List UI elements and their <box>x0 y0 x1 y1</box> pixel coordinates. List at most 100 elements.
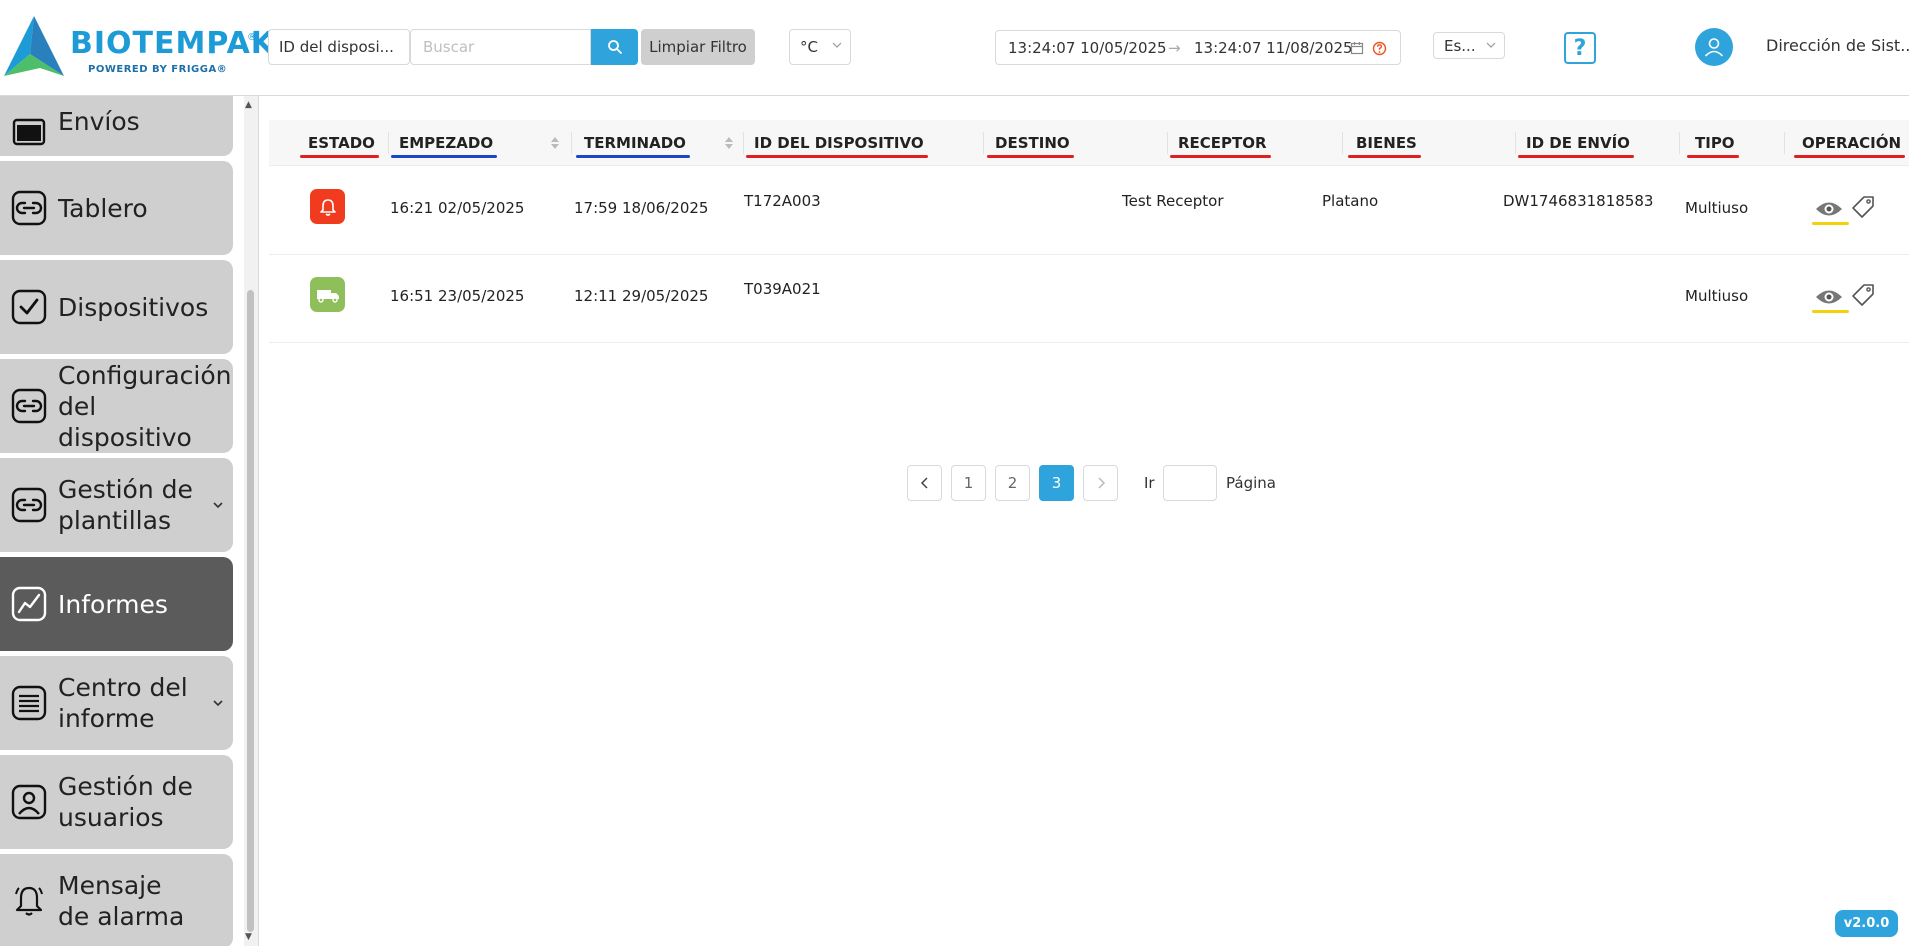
pagination-page-label: Página <box>1226 474 1276 492</box>
cell-shipment-id: DW1746831818583 <box>1503 192 1654 210</box>
cell-started: 16:21 02/05/2025 <box>390 199 525 217</box>
user-name[interactable]: Dirección de Sist... <box>1766 36 1909 55</box>
search-icon <box>607 40 622 54</box>
link-icon <box>11 388 47 424</box>
sidebar-item-dispositivos[interactable]: Dispositivos <box>0 260 233 354</box>
column-id-dispositivo: ID DEL DISPOSITIVO <box>746 120 928 166</box>
brand-registered: ® <box>247 32 257 43</box>
status-transit-badge <box>310 277 345 312</box>
cell-device-id: T039A021 <box>744 280 821 298</box>
filter-field-value: ID del disposi... <box>279 38 394 56</box>
pagination-next-button[interactable] <box>1083 465 1118 501</box>
sidebar-item-alarma[interactable]: Mensaje de alarma <box>0 854 233 946</box>
chevron-down-icon[interactable] <box>212 499 224 511</box>
sidebar: Envíos Tablero Dispositivos Configuració… <box>0 96 258 946</box>
date-range-picker[interactable]: 13:24:07 10/05/2025 → 13:24:07 11/08/202… <box>995 30 1401 65</box>
language-value: Es... <box>1444 36 1476 55</box>
scroll-down-icon[interactable]: ▼ <box>245 932 252 942</box>
sidebar-item-label: Gestión de usuarios <box>58 772 193 832</box>
pagination-page-1[interactable]: 1 <box>951 465 986 501</box>
version-badge: v2.0.0 <box>1835 910 1898 937</box>
column-operacion: OPERACIÓN <box>1794 120 1906 166</box>
cell-goods: Platano <box>1322 192 1379 210</box>
sidebar-item-centro-informe[interactable]: Centro del informe <box>0 656 233 750</box>
column-bienes: BIENES <box>1348 120 1421 166</box>
sidebar-item-label: Gestión de plantillas <box>58 475 193 535</box>
tag-icon[interactable] <box>1850 282 1876 308</box>
unit-value: °C <box>800 38 818 56</box>
column-terminado[interactable]: TERMINADO <box>576 120 690 166</box>
sidebar-item-envios[interactable]: Envíos <box>0 96 233 156</box>
sidebar-item-label: Dispositivos <box>58 292 209 322</box>
biotempak-logo: BIOTEMPAK ® POWERED BY FRIGGA® <box>0 14 274 78</box>
search-input[interactable]: Buscar <box>410 29 591 65</box>
cell-device-id: T172A003 <box>744 192 821 210</box>
tag-icon[interactable] <box>1850 194 1876 220</box>
cell-receiver: Test Receptor <box>1122 192 1224 210</box>
column-destino: DESTINO <box>987 120 1074 166</box>
calendar-icon[interactable] <box>1350 41 1364 55</box>
chevron-down-icon[interactable] <box>212 697 224 709</box>
cell-started: 16:51 23/05/2025 <box>390 287 525 305</box>
filter-field-select[interactable]: ID del disposi... <box>268 29 410 65</box>
cell-ended: 17:59 18/06/2025 <box>574 199 709 217</box>
column-id-envio: ID DE ENVÍO <box>1518 120 1634 166</box>
table-header: ESTADO EMPEZADO TERMINADO ID DEL DISPOSI… <box>269 120 1909 166</box>
sidebar-item-label: Centro del informe <box>58 673 188 733</box>
user-icon <box>11 784 47 820</box>
search-button[interactable] <box>591 29 638 65</box>
question-circle-icon[interactable] <box>1372 41 1387 56</box>
sidebar-item-usuarios[interactable]: Gestión de usuarios <box>0 755 233 849</box>
sidebar-item-informes[interactable]: Informes <box>0 557 233 651</box>
pagination-page-2[interactable]: 2 <box>995 465 1030 501</box>
date-end[interactable]: 13:24:07 11/08/2025 <box>1194 39 1353 57</box>
date-start[interactable]: 13:24:07 10/05/2025 <box>1008 39 1167 57</box>
sidebar-scrollbar-thumb[interactable] <box>247 290 254 932</box>
date-separator: → <box>1168 39 1181 57</box>
user-avatar[interactable] <box>1695 28 1733 66</box>
search-placeholder: Buscar <box>423 38 475 56</box>
logo-mark-icon <box>4 16 64 76</box>
status-alarm-badge <box>310 189 345 224</box>
link-icon <box>11 190 47 226</box>
eye-icon[interactable] <box>1814 199 1844 219</box>
pagination-go-label: Ir <box>1144 474 1155 492</box>
chevron-left-icon <box>920 477 928 489</box>
eye-icon[interactable] <box>1814 287 1844 307</box>
sidebar-item-label: Informes <box>58 589 168 619</box>
pagination-prev-button[interactable] <box>907 465 942 501</box>
pagination-go-input[interactable] <box>1163 465 1217 501</box>
unit-select[interactable]: °C <box>789 29 851 65</box>
chevron-down-icon <box>832 42 842 48</box>
table-row[interactable]: 16:21 02/05/2025 17:59 18/06/2025 T172A0… <box>269 167 1909 255</box>
language-select[interactable]: Es... <box>1433 32 1505 59</box>
clear-filter-button[interactable]: Limpiar Filtro <box>641 29 755 65</box>
chart-line-icon <box>11 586 47 622</box>
cell-ended: 12:11 29/05/2025 <box>574 287 709 305</box>
sort-icon[interactable] <box>550 135 560 151</box>
user-icon <box>1704 38 1724 57</box>
column-empezado[interactable]: EMPEZADO <box>391 120 498 166</box>
sidebar-item-label: Envíos <box>58 107 140 136</box>
sidebar-item-label: Tablero <box>58 193 148 223</box>
sort-icon[interactable] <box>724 135 734 151</box>
sidebar-item-label: Configuración del dispositivo <box>58 360 232 452</box>
bell-icon <box>15 886 43 916</box>
reports-panel: ESTADO EMPEZADO TERMINADO ID DEL DISPOSI… <box>258 96 1909 946</box>
top-header: BIOTEMPAK ® POWERED BY FRIGGA® ID del di… <box>0 0 1909 96</box>
help-button[interactable]: ? <box>1564 32 1596 64</box>
cell-type: Multiuso <box>1685 199 1749 217</box>
cell-type: Multiuso <box>1685 287 1749 305</box>
table-row[interactable]: 16:51 23/05/2025 12:11 29/05/2025 T039A0… <box>269 255 1909 343</box>
scroll-up-icon[interactable]: ▲ <box>245 100 252 110</box>
pagination-page-3[interactable]: 3 <box>1039 465 1074 501</box>
sidebar-item-configuracion[interactable]: Configuración del dispositivo <box>0 359 233 453</box>
brand-tagline: POWERED BY FRIGGA® <box>88 64 228 75</box>
sidebar-item-tablero[interactable]: Tablero <box>0 161 233 255</box>
column-estado: ESTADO <box>300 120 379 166</box>
shipment-icon <box>12 118 46 146</box>
sidebar-item-label: Mensaje de alarma <box>58 871 185 931</box>
sidebar-item-plantillas[interactable]: Gestión de plantillas <box>0 458 233 552</box>
bell-icon <box>319 198 336 216</box>
chevron-right-icon <box>1097 477 1105 489</box>
